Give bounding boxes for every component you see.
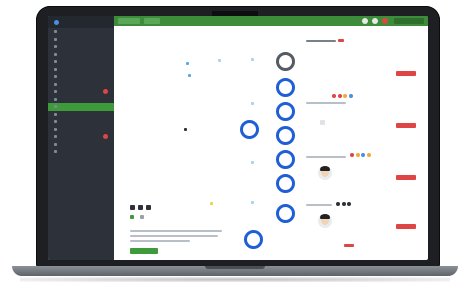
notification-badge <box>103 89 108 95</box>
node-dot[interactable] <box>251 58 254 61</box>
sidebar-item-6[interactable] <box>48 66 114 74</box>
sidebar-subitem-8[interactable] <box>48 148 114 156</box>
sidebar-subitem-6[interactable] <box>48 133 114 141</box>
highlight-ring[interactable] <box>240 120 259 139</box>
menu-icon <box>54 127 57 131</box>
status-icon <box>130 215 134 219</box>
count-badge <box>338 39 344 42</box>
menu-icon <box>54 45 57 49</box>
folder-icon <box>54 90 57 94</box>
menu-icon <box>54 105 57 109</box>
notification-badge <box>103 134 108 140</box>
rating-dots <box>332 94 353 98</box>
doc-icon <box>320 120 325 125</box>
menu-icon <box>54 30 57 34</box>
sidebar-item-1[interactable] <box>48 28 114 36</box>
sidebar <box>48 16 114 260</box>
menu-icon <box>54 60 57 64</box>
highlight-ring[interactable] <box>276 174 295 193</box>
top-bar <box>114 16 428 26</box>
laptop-shadow <box>20 277 450 282</box>
menu-icon <box>54 135 57 139</box>
tag-badge <box>344 244 354 247</box>
tool-icon[interactable] <box>146 205 151 210</box>
node-dot[interactable] <box>251 201 254 204</box>
sidebar-subitem-3[interactable] <box>48 111 114 119</box>
primary-button[interactable] <box>130 248 158 254</box>
sidebar-group-header[interactable] <box>48 88 114 96</box>
text-line <box>130 230 222 232</box>
text-line <box>130 235 218 237</box>
menu-icon <box>54 67 57 71</box>
node-dot[interactable] <box>251 161 254 164</box>
text-line <box>306 102 346 104</box>
node-dot[interactable] <box>251 102 254 105</box>
menu-icon <box>54 120 57 124</box>
tab-2[interactable] <box>144 18 160 24</box>
node-dot[interactable] <box>188 74 191 77</box>
avatar[interactable] <box>318 214 332 228</box>
rating-dots <box>336 202 351 206</box>
laptop-hinge-notch <box>205 266 265 269</box>
sidebar-subitem-4[interactable] <box>48 118 114 126</box>
highlight-ring[interactable] <box>244 230 263 249</box>
tool-icon[interactable] <box>130 205 135 210</box>
sidebar-item-7[interactable] <box>48 73 114 81</box>
text-line <box>306 204 332 206</box>
text-line <box>130 240 190 242</box>
sidebar-item-3[interactable] <box>48 43 114 51</box>
bell-icon[interactable] <box>372 18 378 24</box>
status-icon <box>140 215 144 219</box>
action-button[interactable] <box>396 71 416 76</box>
rating-dots <box>350 153 371 157</box>
action-button[interactable] <box>396 123 416 128</box>
menu-icon <box>54 150 57 154</box>
menu-icon <box>54 52 57 56</box>
search-icon[interactable] <box>362 18 368 24</box>
action-button[interactable] <box>396 224 416 229</box>
sidebar-item-2[interactable] <box>48 36 114 44</box>
section-title <box>306 40 336 42</box>
app-screen <box>48 16 428 260</box>
menu-icon <box>54 112 57 116</box>
highlight-ring[interactable] <box>276 78 295 97</box>
right-panel <box>304 34 424 260</box>
tool-icon[interactable] <box>138 205 143 210</box>
highlight-ring[interactable] <box>276 126 295 145</box>
menu-icon <box>54 97 57 101</box>
avatar[interactable] <box>318 166 332 180</box>
sidebar-subitem-1[interactable] <box>48 96 114 104</box>
action-button[interactable] <box>396 175 416 180</box>
sidebar-item-5[interactable] <box>48 58 114 66</box>
highlight-ring[interactable] <box>276 150 295 169</box>
node-dot[interactable] <box>186 62 189 65</box>
menu-icon <box>54 37 57 41</box>
avatar-icon[interactable] <box>382 18 388 24</box>
menu-icon <box>54 75 57 79</box>
text-line <box>306 156 346 158</box>
menu-icon <box>54 82 57 86</box>
sidebar-subitem-5[interactable] <box>48 126 114 134</box>
sidebar-subitem-7[interactable] <box>48 141 114 149</box>
node-dot[interactable] <box>218 59 221 62</box>
tab-1[interactable] <box>118 18 140 24</box>
app-logo[interactable] <box>48 16 114 28</box>
sidebar-item-4[interactable] <box>48 51 114 59</box>
highlight-ring[interactable] <box>276 204 295 223</box>
top-action-button[interactable] <box>394 18 424 24</box>
node-dot[interactable] <box>210 202 213 205</box>
menu-icon <box>54 142 57 146</box>
sidebar-item-8[interactable] <box>48 81 114 89</box>
logo-icon <box>54 19 59 25</box>
sidebar-subitem-active[interactable] <box>48 103 114 111</box>
highlight-ring[interactable] <box>276 102 295 121</box>
node-dot[interactable] <box>184 128 187 131</box>
highlight-ring[interactable] <box>276 52 295 71</box>
